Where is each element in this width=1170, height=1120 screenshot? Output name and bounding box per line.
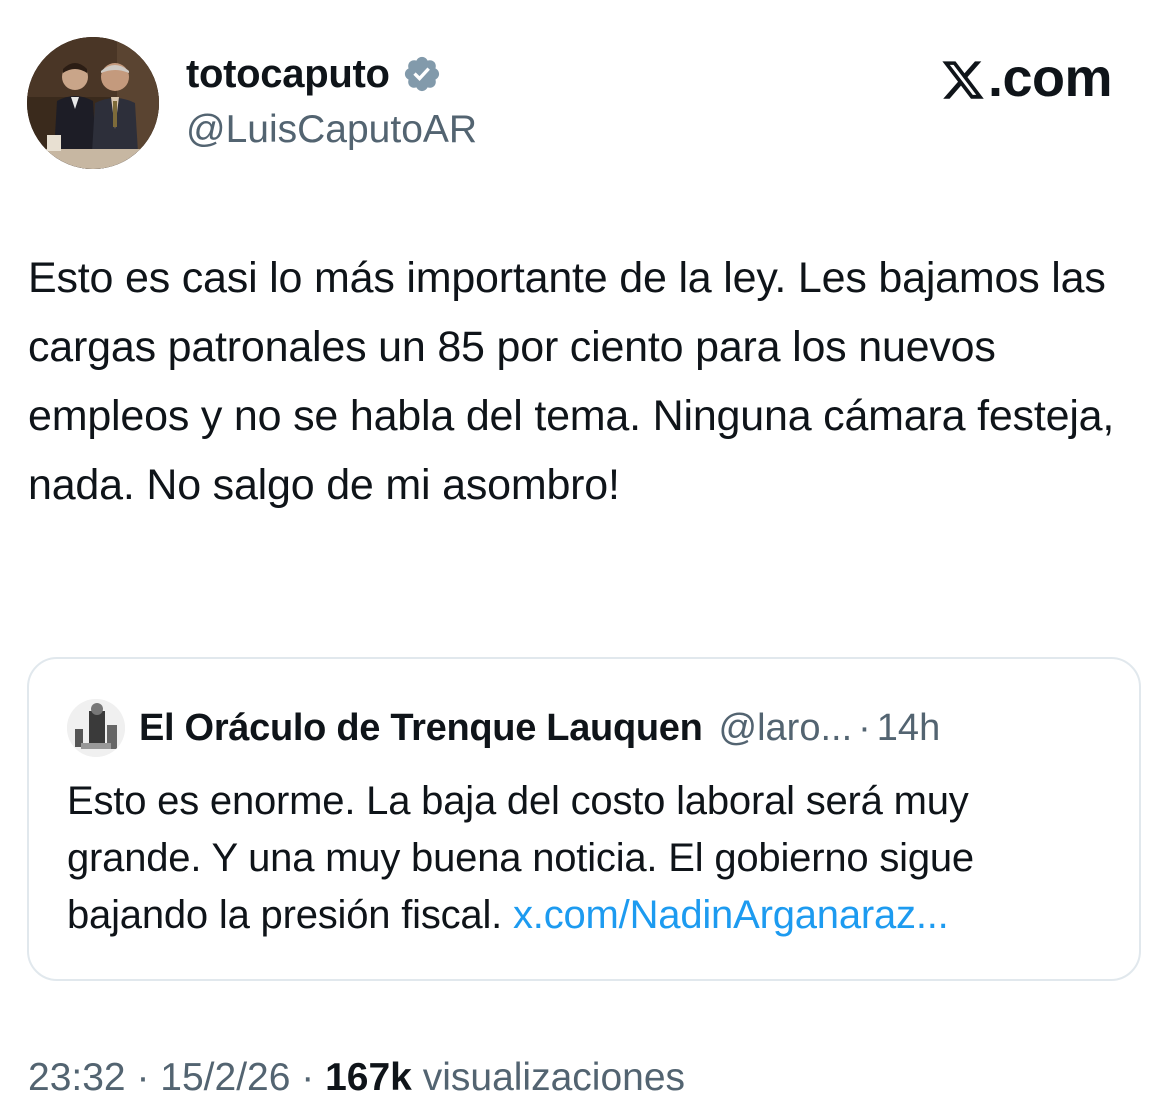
verified-badge-icon	[402, 54, 442, 94]
tweet-date[interactable]: 15/2/26	[160, 1056, 290, 1099]
author-name-row: totocaputo	[186, 50, 442, 98]
author-avatar[interactable]	[27, 37, 159, 169]
quoted-tweet-text: Esto es enorme. La baja del costo labora…	[67, 773, 1107, 944]
views-count[interactable]: 167k	[325, 1056, 412, 1099]
tweet-card: totocaputo @LuisCaputoAR .com Esto es ca…	[0, 0, 1170, 1120]
separator-dot: ·	[301, 1056, 315, 1099]
author-handle[interactable]: @LuisCaputoAR	[186, 106, 477, 154]
quoted-tweet-header: El Oráculo de Trenque Lauquen @laro... ·…	[67, 699, 940, 757]
quoted-tweet-time[interactable]: 14h	[877, 707, 940, 750]
tweet-metadata: 23:32 · 15/2/26 · 167k visualizaciones	[28, 1052, 685, 1104]
x-com-watermark: .com	[940, 48, 1113, 108]
quoted-author-handle[interactable]: @laro...	[719, 707, 853, 750]
tweet-text: Esto es casi lo más importante de la ley…	[28, 254, 1126, 509]
brand-domain-label: .com	[987, 48, 1113, 108]
tweet-time[interactable]: 23:32	[28, 1056, 126, 1099]
quoted-tweet[interactable]: El Oráculo de Trenque Lauquen @laro... ·…	[27, 657, 1141, 981]
separator-dot: ·	[136, 1056, 150, 1099]
views-label: visualizaciones	[422, 1056, 686, 1099]
quoted-author-avatar[interactable]	[67, 699, 125, 757]
author-display-name[interactable]: totocaputo	[186, 50, 390, 98]
quoted-tweet-link[interactable]: x.com/NadinArganaraz...	[513, 893, 949, 937]
quoted-author-name[interactable]: El Oráculo de Trenque Lauquen	[139, 707, 703, 750]
x-logo-icon	[940, 55, 986, 101]
separator-dot: ·	[858, 706, 871, 749]
